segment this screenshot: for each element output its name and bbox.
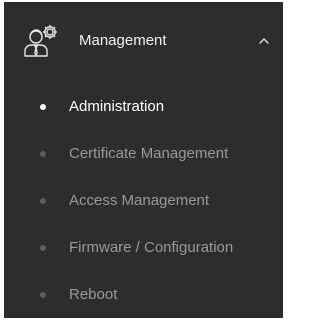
bullet-icon <box>40 292 46 298</box>
management-section-header[interactable]: Management <box>4 2 283 80</box>
sidebar-panel: Management Administration Certificate Man… <box>4 2 283 318</box>
submenu-list: Administration Certificate Management Acce… <box>4 82 283 317</box>
submenu-item-label: Access Management <box>69 192 210 209</box>
bullet-icon <box>40 198 46 204</box>
submenu-item-administration[interactable]: Administration <box>4 82 283 129</box>
chevron-up-icon[interactable] <box>256 33 272 49</box>
submenu-item-certificate-management[interactable]: Certificate Management <box>4 129 283 176</box>
submenu-item-access-management[interactable]: Access Management <box>4 176 283 223</box>
submenu-item-firmware-configuration[interactable]: Firmware / Configuration <box>4 223 283 270</box>
section-title: Management <box>79 32 167 49</box>
user-settings-icon <box>22 22 60 60</box>
submenu-item-label: Administration <box>69 98 165 115</box>
submenu-item-label: Reboot <box>69 286 118 303</box>
bullet-icon <box>40 104 46 110</box>
submenu-item-label: Certificate Management <box>69 145 229 162</box>
submenu-item-label: Firmware / Configuration <box>69 239 234 256</box>
bullet-icon <box>40 245 46 251</box>
bullet-icon <box>40 151 46 157</box>
submenu-item-reboot[interactable]: Reboot <box>4 270 283 317</box>
